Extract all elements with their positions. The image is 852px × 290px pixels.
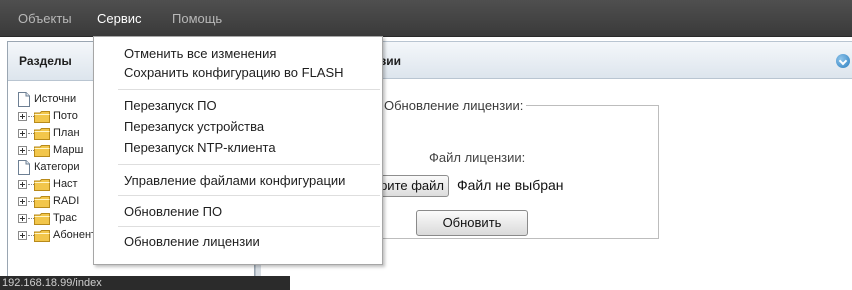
tree-item-label: Наст: [53, 178, 78, 190]
menu-separator: [118, 89, 380, 90]
tree-item-label: Трас: [53, 212, 77, 224]
license-update-fieldset: Обновление лицензии: Файл лицензии: рите…: [361, 98, 659, 239]
folder-icon: [34, 128, 50, 140]
menu-item-restart-ntp[interactable]: Перезапуск NTP-клиента: [124, 140, 276, 155]
tree-item-label: RADI: [53, 195, 80, 207]
menu-item-save-to-flash[interactable]: Сохранить конфигурацию во FLASH: [124, 65, 344, 80]
folder-icon: [34, 111, 50, 123]
menu-separator: [118, 226, 380, 227]
tree-item-label: Пото: [53, 110, 78, 122]
sections-panel-title: Разделы: [19, 54, 72, 68]
menu-help[interactable]: Помощь: [172, 11, 222, 26]
service-dropdown-menu: Отменить все изменения Сохранить конфигу…: [93, 36, 383, 265]
menu-separator: [118, 195, 380, 196]
menu-item-revert-changes[interactable]: Отменить все изменения: [124, 46, 276, 61]
collapse-icon[interactable]: [836, 54, 850, 68]
status-url-bar: 192.168.18.99/index: [0, 276, 290, 290]
menu-item-restart-software[interactable]: Перезапуск ПО: [124, 98, 217, 113]
expand-icon[interactable]: [18, 146, 27, 155]
menu-item-license-update[interactable]: Обновление лицензии: [124, 234, 260, 249]
folder-icon: [34, 213, 50, 225]
expand-icon[interactable]: [18, 129, 27, 138]
menu-objects[interactable]: Объекты: [18, 11, 72, 26]
license-update-legend: Обновление лицензии:: [384, 98, 524, 113]
document-icon: [18, 160, 30, 175]
no-file-selected-text: Файл не выбран: [457, 177, 564, 193]
license-file-label: Файл лицензии:: [429, 150, 526, 165]
tree-item-label: Марш: [53, 144, 84, 156]
menu-item-software-update[interactable]: Обновление ПО: [124, 204, 222, 219]
tree-item-label: Источни: [34, 93, 77, 105]
expand-icon[interactable]: [18, 214, 27, 223]
document-icon: [18, 92, 30, 107]
folder-icon: [34, 145, 50, 157]
expand-icon[interactable]: [18, 197, 27, 206]
menu-item-restart-device[interactable]: Перезапуск устройства: [124, 119, 264, 134]
expand-icon[interactable]: [18, 112, 27, 121]
menu-separator: [118, 164, 380, 165]
menu-item-config-files[interactable]: Управление файлами конфигурации: [124, 173, 345, 188]
tree-item-label: Категори: [34, 161, 80, 173]
update-button[interactable]: Обновить: [416, 210, 528, 236]
expand-icon[interactable]: [18, 231, 27, 240]
menu-service[interactable]: Сервис: [97, 11, 142, 26]
folder-icon: [34, 196, 50, 208]
folder-icon: [34, 179, 50, 191]
top-menubar: Объекты Сервис Помощь: [0, 0, 852, 37]
folder-icon: [34, 230, 50, 242]
expand-icon[interactable]: [18, 180, 27, 189]
tree-item-label: План: [53, 127, 80, 139]
